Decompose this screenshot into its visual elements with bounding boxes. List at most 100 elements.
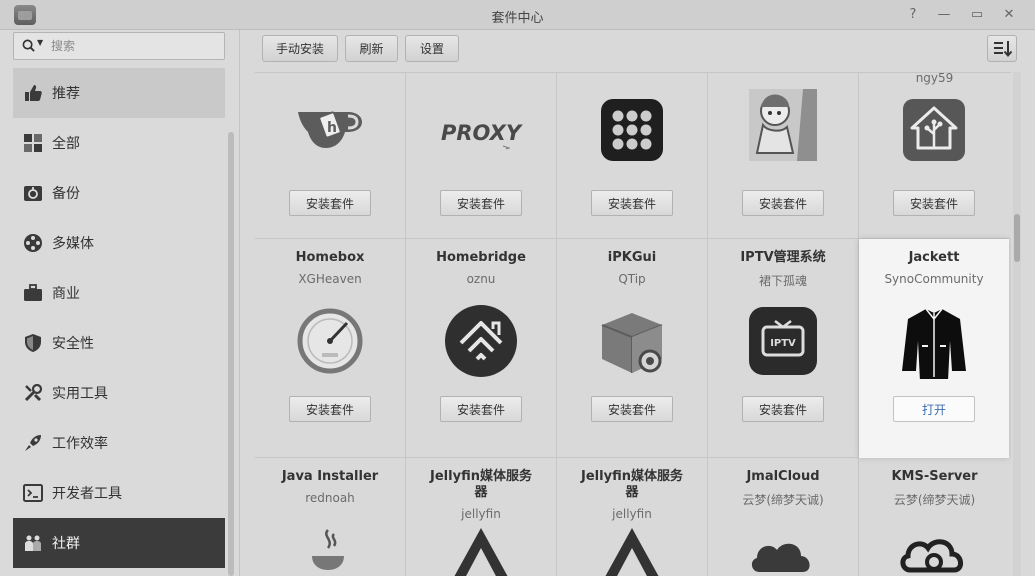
settings-button[interactable]: 设置 bbox=[405, 35, 459, 62]
thumbs-up-icon bbox=[22, 82, 44, 104]
help-button[interactable]: ? bbox=[903, 5, 923, 25]
terminal-icon bbox=[22, 482, 44, 504]
sort-icon bbox=[994, 41, 1013, 58]
package-author: jellyfin bbox=[612, 507, 652, 521]
gitea-cup-icon: h bbox=[292, 92, 368, 168]
package-card[interactable]: IPTV管理系统 裙下孤魂 IPTV 安装套件 bbox=[708, 239, 859, 458]
cloud-icon bbox=[745, 522, 821, 576]
package-author: 云梦(缔梦天诚) bbox=[893, 493, 976, 507]
jellyfin-icon bbox=[443, 522, 519, 576]
grid-scrollbar[interactable] bbox=[1013, 72, 1021, 576]
search-icon[interactable] bbox=[22, 39, 35, 52]
sidebar-item-developer-tools[interactable]: 开发者工具 bbox=[13, 468, 225, 518]
close-button[interactable]: ✕ bbox=[999, 5, 1019, 25]
sidebar-item-label: 推荐 bbox=[52, 86, 80, 102]
package-card[interactable]: KMS-Server 云梦(缔梦天诚) bbox=[859, 458, 1010, 576]
package-card[interactable]: JmalCloud 云梦(缔梦天诚) bbox=[708, 458, 859, 576]
tools-icon bbox=[22, 382, 44, 404]
sidebar-scrollbar[interactable] bbox=[228, 132, 234, 576]
refresh-button[interactable]: 刷新 bbox=[345, 35, 398, 62]
jacket-icon bbox=[896, 303, 972, 381]
package-author: 裙下孤魂 bbox=[758, 274, 807, 288]
package-card[interactable]: 安装套件 bbox=[557, 73, 708, 239]
package-author: oznu bbox=[466, 272, 496, 286]
package-name: iPKGui bbox=[607, 250, 657, 265]
install-package-button[interactable]: 安装套件 bbox=[440, 396, 522, 422]
package-card-highlighted[interactable]: Jackett SynoCommunity 打开 bbox=[859, 239, 1009, 458]
package-card[interactable]: Java Installer rednoah bbox=[255, 458, 406, 576]
sidebar-item-multimedia[interactable]: 多媒体 bbox=[13, 218, 225, 268]
install-package-button[interactable]: 安装套件 bbox=[591, 190, 673, 216]
package-name: JmalCloud bbox=[746, 469, 820, 484]
community-icon bbox=[22, 532, 44, 554]
install-package-button[interactable]: 安装套件 bbox=[742, 396, 824, 422]
package-author: jellyfin bbox=[461, 507, 501, 521]
sidebar-item-business[interactable]: 商业 bbox=[13, 268, 225, 318]
package-card[interactable]: ngy59 安装套件 bbox=[859, 73, 1010, 239]
anime-character-icon bbox=[745, 87, 821, 163]
package-card[interactable]: PROXY 安装套件 bbox=[406, 73, 557, 239]
package-card[interactable]: Jellyfin媒体服务器 jellyfin bbox=[557, 458, 708, 576]
package-name: KMS-Server bbox=[891, 469, 978, 484]
iptv-label: IPTV bbox=[770, 338, 796, 349]
sidebar-item-label: 全部 bbox=[52, 136, 80, 152]
package-name: Jellyfin媒体服务器 bbox=[581, 469, 683, 500]
backup-icon bbox=[22, 182, 44, 204]
sidebar-item-utilities[interactable]: 实用工具 bbox=[13, 368, 225, 418]
manual-install-button[interactable]: 手动安装 bbox=[262, 35, 338, 62]
install-package-button[interactable]: 安装套件 bbox=[289, 396, 371, 422]
dots-grid-icon bbox=[594, 92, 670, 168]
sidebar-item-label: 安全性 bbox=[52, 336, 94, 352]
sort-button[interactable] bbox=[987, 35, 1017, 62]
search-input[interactable] bbox=[51, 37, 219, 55]
sidebar-item-productivity[interactable]: 工作效率 bbox=[13, 418, 225, 468]
open-package-button[interactable]: 打开 bbox=[893, 396, 975, 422]
kms-server-icon bbox=[896, 522, 972, 576]
film-reel-icon bbox=[22, 232, 44, 254]
install-package-button[interactable]: 安装套件 bbox=[591, 396, 673, 422]
package-author: rednoah bbox=[305, 491, 355, 505]
sidebar-item-label: 实用工具 bbox=[52, 386, 108, 402]
sidebar-item-backup[interactable]: 备份 bbox=[13, 168, 225, 218]
package-author: 云梦(缔梦天诚) bbox=[742, 493, 824, 507]
home-tree-icon bbox=[896, 92, 972, 168]
sidebar-item-community[interactable]: 社群 bbox=[13, 518, 225, 568]
shield-icon bbox=[22, 332, 44, 354]
package-card[interactable]: Jellyfin媒体服务器 jellyfin bbox=[406, 458, 557, 576]
package-box-icon bbox=[594, 303, 670, 379]
maximize-button[interactable]: ▭ bbox=[967, 5, 987, 25]
title-bar: 套件中心 ? — ▭ ✕ bbox=[0, 0, 1035, 30]
sidebar-item-label: 备份 bbox=[52, 186, 80, 202]
iptv-tv-icon: IPTV bbox=[745, 303, 821, 379]
package-author: QTip bbox=[618, 272, 646, 286]
package-card[interactable]: 安装套件 bbox=[708, 73, 859, 239]
sidebar-item-label: 开发者工具 bbox=[52, 486, 122, 502]
svg-text:h: h bbox=[327, 120, 337, 136]
briefcase-icon bbox=[22, 282, 44, 304]
sidebar-item-label: 社群 bbox=[52, 536, 80, 552]
grid-icon bbox=[22, 132, 44, 154]
rocket-icon bbox=[22, 432, 44, 454]
package-name: Homebox bbox=[295, 250, 365, 265]
sidebar-item-recommended[interactable]: 推荐 bbox=[13, 68, 225, 118]
install-package-button[interactable]: 安装套件 bbox=[440, 190, 522, 216]
package-name: Homebridge bbox=[436, 250, 526, 265]
minimize-button[interactable]: — bbox=[934, 5, 954, 25]
package-card[interactable]: h 安装套件 bbox=[255, 73, 406, 239]
package-grid: h 安装套件 PROXY 安装套件 安装套件 安装套件 ngy59 安装套件 H… bbox=[255, 72, 1011, 576]
sidebar-item-label: 商业 bbox=[52, 286, 80, 302]
sidebar-item-all[interactable]: 全部 bbox=[13, 118, 225, 168]
sidebar-item-security[interactable]: 安全性 bbox=[13, 318, 225, 368]
window-title: 套件中心 bbox=[491, 11, 544, 26]
package-card[interactable]: Homebox XGHeaven 安装套件 bbox=[255, 239, 406, 458]
package-card[interactable]: iPKGui QTip 安装套件 bbox=[557, 239, 708, 458]
install-package-button[interactable]: 安装套件 bbox=[742, 190, 824, 216]
search-box: ▼ bbox=[13, 32, 225, 60]
proxy-logo-icon: PROXY bbox=[433, 92, 529, 168]
install-package-button[interactable]: 安装套件 bbox=[893, 190, 975, 216]
install-package-button[interactable]: 安装套件 bbox=[289, 190, 371, 216]
grid-scrollbar-thumb[interactable] bbox=[1014, 214, 1020, 262]
sidebar-item-label: 多媒体 bbox=[52, 236, 94, 252]
package-card[interactable]: Homebridge oznu 安装套件 bbox=[406, 239, 557, 458]
search-dropdown-icon[interactable]: ▼ bbox=[37, 38, 43, 47]
